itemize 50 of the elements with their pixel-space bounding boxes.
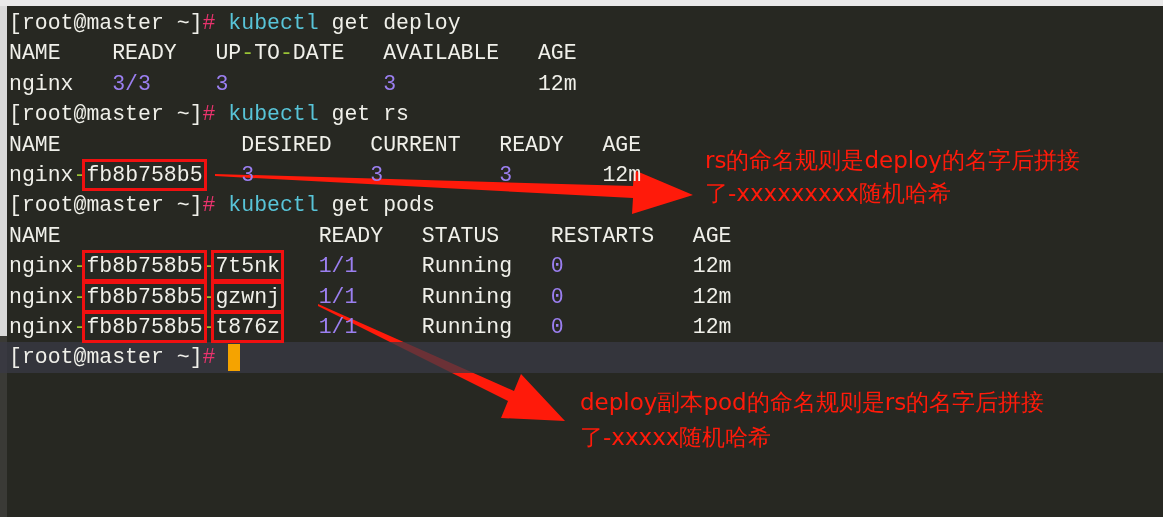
table-cell-text: 12m [692, 283, 732, 311]
command-text: kubectl [228, 101, 319, 129]
command-argument: deploy [383, 10, 461, 37]
table-cell-text: Running [421, 283, 513, 311]
column-header: NAME [9, 222, 61, 250]
table-cell-text: 1/1 [318, 253, 358, 281]
column-header: NAME [9, 40, 61, 68]
table-cell-text: 0 [550, 313, 564, 341]
command-argument: rs [383, 101, 409, 129]
column-header: STATUS [421, 222, 500, 250]
table-cell-text: Running [421, 253, 513, 281]
column-header: NAME [9, 131, 61, 159]
column-header: READY [318, 222, 384, 250]
table-cell-text: 0 [550, 253, 564, 281]
column-header: AGE [692, 222, 732, 250]
column-header: READY [112, 40, 177, 68]
annotation-note: deploy副本pod的命名规则是rs的名字后拼接 了-xxxxx随机哈希 [580, 388, 1045, 452]
shell-prompt: [root@master ~]# [9, 10, 216, 37]
scrollbar[interactable] [0, 6, 7, 517]
table-cell-text: 3 [215, 70, 229, 98]
table-cell-text: 3 [499, 161, 513, 189]
column-header: RESTARTS [550, 222, 655, 250]
table-cell-text: 12m [692, 253, 732, 281]
table-cell-text: 1/1 [318, 313, 358, 341]
table-cell-text: 1/1 [318, 283, 358, 311]
column-header: UP-TO-DATE [215, 40, 345, 68]
table-cell-text: 0 [550, 283, 564, 311]
annotation-note: rs的命名规则是deploy的名字后拼接 了-xxxxxxxxx随机哈希 [705, 146, 1080, 208]
command-argument: get [331, 192, 371, 220]
column-header: DESIRED [241, 131, 332, 159]
shell-prompt: [root@master ~]# [9, 344, 216, 372]
column-header: AGE [537, 40, 577, 68]
table-cell-text: 3/3 [112, 70, 151, 98]
table-cell-text: 12m [537, 70, 577, 98]
table-cell-text: 12m [692, 313, 732, 341]
command-text: kubectl [228, 10, 319, 37]
shell-prompt: [root@master ~]# [9, 192, 216, 220]
column-header: AGE [602, 131, 642, 159]
shell-prompt: [root@master ~]# [9, 101, 216, 129]
table-cell-text: 3 [383, 70, 397, 98]
cursor-icon [228, 344, 241, 371]
command-text: kubectl [228, 192, 319, 220]
column-header: CURRENT [370, 131, 461, 159]
column-header: READY [499, 131, 564, 159]
command-argument: get [331, 101, 371, 129]
command-argument: pods [383, 192, 435, 220]
table-cell-text: nginx [9, 70, 74, 98]
command-argument: get [331, 10, 371, 37]
table-cell-text: Running [421, 313, 513, 341]
column-header: AVAILABLE [383, 40, 500, 68]
